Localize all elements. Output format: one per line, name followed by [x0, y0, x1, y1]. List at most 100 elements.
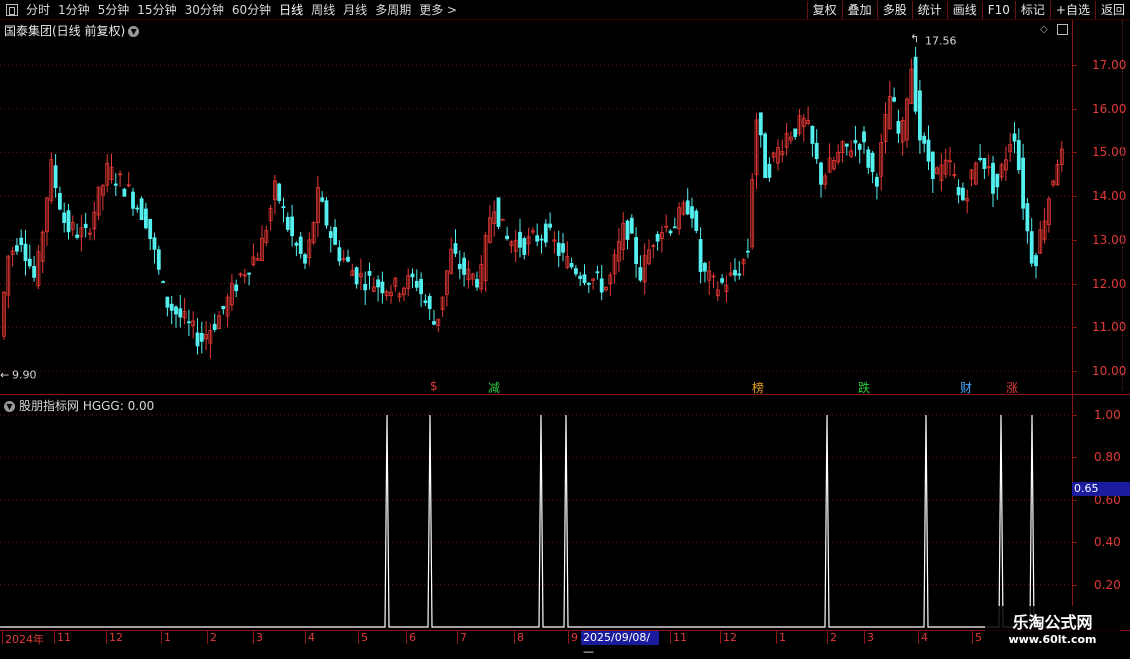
candle-body: [122, 188, 127, 197]
candle-body: [866, 149, 871, 168]
candle-body: [453, 243, 458, 254]
candle-body: [1034, 255, 1038, 267]
candle-body: [367, 270, 372, 276]
candle-body: [844, 143, 849, 147]
toolbar-button-0[interactable]: 复权: [806, 0, 842, 19]
date-tick: [406, 631, 407, 644]
candle-body: [303, 254, 307, 264]
candle-body: [75, 234, 79, 238]
low-arrow-icon: ←: [0, 368, 9, 381]
candle-body: [655, 234, 660, 242]
date-tick: [457, 631, 458, 644]
candle-body: [1021, 157, 1025, 209]
period-tab-2[interactable]: 5分钟: [94, 1, 134, 18]
date-tick: [253, 631, 254, 644]
candle-body: [457, 263, 462, 270]
period-tab-6[interactable]: 日线: [275, 1, 307, 18]
candle-body: [518, 231, 522, 248]
toolbar-button-7[interactable]: +自选: [1049, 0, 1095, 19]
candle-body: [113, 183, 118, 186]
period-tab-8[interactable]: 月线: [339, 1, 371, 18]
date-label: 12: [109, 631, 123, 644]
date-label: 11: [673, 631, 687, 644]
candle-body: [543, 223, 548, 243]
period-bar: 分时 1分钟 5分钟 15分钟 30分钟 60分钟 日线 周线 月线 多周期 更多 >: [0, 0, 461, 19]
period-tab-5[interactable]: 60分钟: [228, 1, 275, 18]
candle-body: [522, 238, 527, 255]
candle-body: [169, 303, 174, 311]
candle-body: [1016, 140, 1021, 171]
date-label: 3: [256, 631, 263, 644]
candle-body: [995, 173, 1000, 188]
candle-body: [475, 279, 479, 288]
indicator-tick-mark: [1072, 584, 1077, 586]
toolbar-button-6[interactable]: 标记: [1014, 0, 1050, 19]
event-marker-1[interactable]: 减: [488, 379, 500, 396]
candle-body: [178, 308, 183, 318]
candle-body: [569, 263, 574, 268]
candle-body: [694, 210, 699, 231]
event-marker-4[interactable]: 财: [960, 379, 972, 396]
candle-body: [281, 206, 286, 209]
toolbar-button-2[interactable]: 多股: [876, 0, 912, 19]
period-tab-3[interactable]: 15分钟: [133, 1, 180, 18]
indicator-tick-label: 0.40: [1094, 535, 1121, 550]
candle-body: [294, 242, 299, 246]
toolbar-button-1[interactable]: 叠加: [841, 0, 877, 19]
candle-body: [354, 267, 359, 285]
date-tick: [918, 631, 919, 644]
date-label: 5: [975, 631, 982, 644]
indicator-tick-mark: [1072, 499, 1077, 501]
period-tab-4[interactable]: 30分钟: [181, 1, 228, 18]
candle-body: [423, 300, 428, 303]
toolbar-button-4[interactable]: 画线: [946, 0, 982, 19]
candle-body: [539, 238, 544, 241]
candle-body: [186, 321, 191, 324]
candle-body: [221, 305, 226, 310]
candle-body: [1025, 203, 1030, 232]
candle-body: [922, 135, 927, 144]
date-tick: [720, 631, 721, 644]
candle-body: [337, 247, 342, 262]
candle-body: [62, 212, 67, 223]
event-marker-0[interactable]: $: [430, 379, 438, 393]
candle-body: [324, 200, 329, 226]
date-label: 2: [210, 631, 217, 644]
candle-body: [638, 267, 643, 281]
period-tab-1[interactable]: 1分钟: [54, 1, 94, 18]
candle-body: [363, 283, 368, 291]
candle-body: [535, 235, 540, 242]
price-chart[interactable]: 17.56 ↰ 9.90←: [0, 20, 1072, 394]
event-marker-2[interactable]: 榜: [752, 379, 764, 396]
event-marker-3[interactable]: 跌: [858, 379, 870, 396]
event-marker-5[interactable]: 涨: [1006, 379, 1018, 396]
date-tick: [2, 631, 3, 644]
period-tab-7[interactable]: 周线: [307, 1, 339, 18]
candle-body: [599, 278, 604, 293]
candle-body: [83, 223, 88, 229]
candle-body: [956, 187, 961, 196]
candle-body: [875, 176, 879, 187]
candle-body: [982, 158, 987, 169]
candle-body: [333, 227, 338, 245]
toolbar-button-8[interactable]: 返回: [1094, 0, 1130, 19]
candle-body: [298, 236, 303, 254]
date-tick: [827, 631, 828, 644]
candle-body: [23, 243, 28, 262]
indicator-chart[interactable]: [0, 395, 1072, 630]
period-tab-9[interactable]: 多周期: [371, 1, 415, 18]
candle-body: [634, 237, 638, 264]
candle-body: [685, 200, 690, 215]
candle-body: [672, 226, 677, 229]
toolbar-button-5[interactable]: F10: [981, 0, 1015, 19]
date-label: 5: [361, 631, 368, 644]
candle-body: [320, 197, 325, 202]
period-tab-10[interactable]: 更多 >: [415, 1, 461, 18]
candle-body: [156, 249, 161, 270]
toolbar-button-3[interactable]: 统计: [911, 0, 947, 19]
candle-body: [892, 97, 896, 102]
date-tick: [776, 631, 777, 644]
window-icon[interactable]: [6, 3, 18, 16]
period-tab-0[interactable]: 分时: [22, 1, 54, 18]
candle-body: [913, 56, 918, 112]
